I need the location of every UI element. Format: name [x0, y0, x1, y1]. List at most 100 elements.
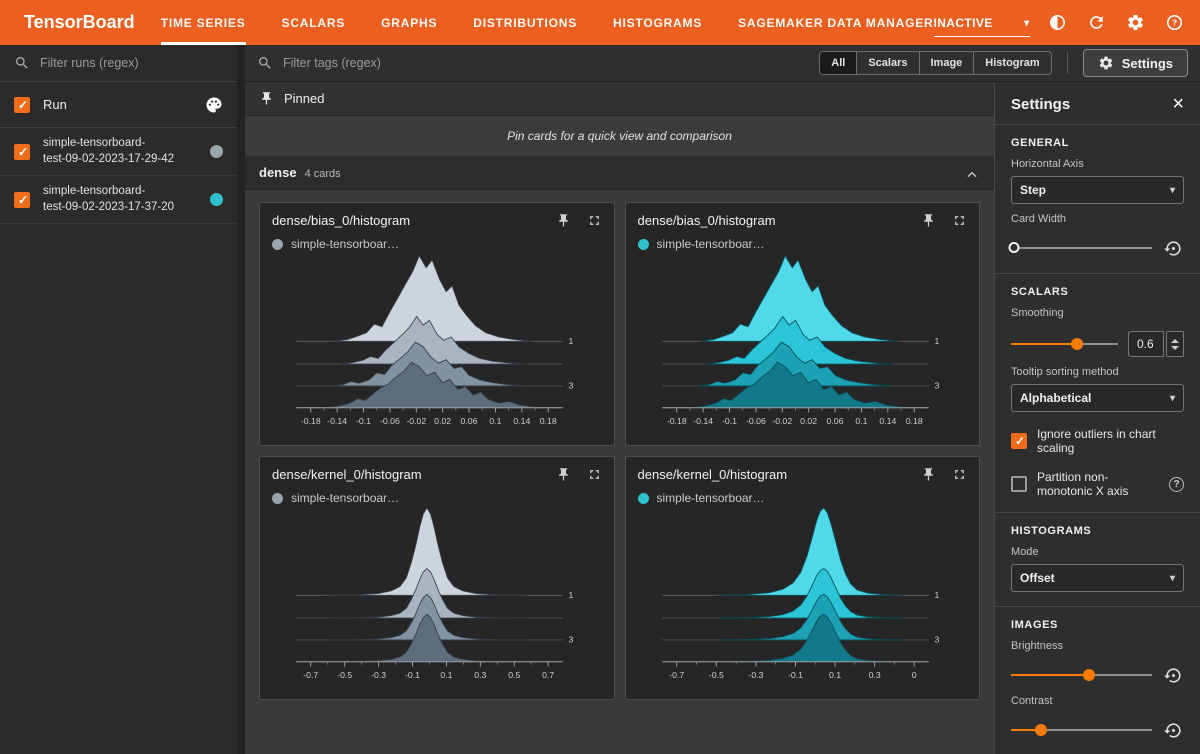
tab-distributions[interactable]: DISTRIBUTIONS: [473, 0, 577, 45]
app-logo: TensorBoard: [24, 12, 135, 32]
reset-icon[interactable]: [1162, 237, 1184, 259]
cards-grid: dense/bias_0/histogram simple-tensorboar…: [245, 190, 994, 754]
filter-scalars[interactable]: Scalars: [857, 52, 920, 74]
run-row[interactable]: simple-tensorboard-test-09-02-2023-17-37…: [0, 176, 237, 225]
filter-histogram[interactable]: Histogram: [974, 52, 1050, 74]
tab-scalars[interactable]: SCALARS: [282, 0, 346, 45]
svg-text:0.18: 0.18: [540, 416, 557, 426]
brightness-slider[interactable]: [1011, 668, 1152, 682]
pinned-section-header[interactable]: Pinned: [245, 82, 994, 116]
svg-text:-0.02: -0.02: [772, 416, 792, 426]
histogram-chart[interactable]: -0.18 -0.14 -0.1 -0.06 -0.02 0.02 0.06 0.1 0.14 0…: [272, 251, 602, 441]
chevron-down-icon: ▾: [1169, 184, 1175, 196]
horizontal-axis-label: Horizontal Axis: [1011, 158, 1084, 170]
nav-tabs: TIME SERIES SCALARS GRAPHS DISTRIBUTIONS HIS…: [160, 0, 934, 45]
ignore-outliers-checkbox[interactable]: [1011, 433, 1027, 449]
horizontal-axis-select[interactable]: Step ▾: [1011, 176, 1184, 204]
fullscreen-icon[interactable]: [587, 213, 602, 228]
reset-icon[interactable]: [1162, 719, 1184, 741]
run-filter-input[interactable]: [40, 56, 223, 70]
run-color-dot: [637, 238, 649, 250]
pin-card-icon[interactable]: [921, 467, 936, 482]
svg-text:0.5: 0.5: [508, 670, 520, 680]
histogram-mode-select[interactable]: Offset ▾: [1011, 564, 1184, 592]
slider-thumb[interactable]: [1071, 338, 1084, 350]
tag-group-header[interactable]: dense 4 cards: [245, 157, 994, 190]
tooltip-sorting-select[interactable]: Alphabetical ▾: [1011, 384, 1184, 412]
toolbar-divider: [1066, 52, 1068, 74]
tab-sagemaker-data-manager[interactable]: SAGEMAKER DATA MANAGER: [738, 0, 933, 45]
slider-thumb[interactable]: [1034, 724, 1047, 736]
palette-icon[interactable]: [205, 96, 223, 114]
select-all-runs-checkbox[interactable]: [14, 96, 30, 113]
histogram-card: dense/kernel_0/histogram simple-tensorbo…: [624, 456, 980, 700]
tab-time-series[interactable]: TIME SERIES: [160, 0, 246, 45]
svg-text:-0.1: -0.1: [356, 416, 371, 426]
partition-x-axis-checkbox-row[interactable]: Partition non-monotonic X axis ?: [1011, 470, 1184, 498]
help-icon[interactable]: ?: [1164, 12, 1186, 34]
fullscreen-icon[interactable]: [952, 213, 967, 228]
tag-filter-input[interactable]: [283, 56, 810, 70]
card-width-slider[interactable]: [1008, 241, 1152, 255]
pinned-label: Pinned: [284, 91, 325, 106]
svg-text:0.14: 0.14: [879, 416, 896, 426]
tooltip-sorting-value: Alphabetical: [1020, 391, 1092, 405]
chevron-down-icon: ▾: [1169, 392, 1175, 404]
refresh-icon[interactable]: [1086, 12, 1108, 34]
smoothing-slider[interactable]: [1011, 337, 1118, 351]
run-checkbox[interactable]: [14, 191, 30, 208]
contrast-slider[interactable]: [1011, 723, 1152, 737]
svg-text:3: 3: [569, 381, 574, 391]
filter-image[interactable]: Image: [920, 52, 975, 74]
run-filter-row: [0, 45, 237, 82]
close-icon[interactable]: ×: [1172, 94, 1184, 114]
svg-text:-0.14: -0.14: [693, 416, 713, 426]
histogram-chart[interactable]: -0.7 -0.5 -0.3 -0.1 0.1 0.3 0 1 3: [638, 505, 968, 695]
smoothing-value-input[interactable]: 0.6: [1128, 331, 1164, 357]
smoothing-stepper[interactable]: [1166, 331, 1184, 357]
step-up-icon[interactable]: [1171, 338, 1179, 343]
svg-text:-0.7: -0.7: [303, 670, 318, 680]
fullscreen-icon[interactable]: [952, 467, 967, 482]
reload-status-dropdown[interactable]: INACTIVE ▾: [933, 16, 1030, 37]
images-heading: IMAGES: [1011, 619, 1058, 631]
gear-icon[interactable]: [1125, 12, 1147, 34]
tab-graphs[interactable]: GRAPHS: [381, 0, 437, 45]
reset-icon[interactable]: [1162, 664, 1184, 686]
run-color-dot: [272, 238, 283, 250]
svg-text:0: 0: [911, 670, 916, 680]
card-legend: simple-tensorboard-test-09-02-2023-17-37…: [637, 237, 968, 251]
tab-histograms[interactable]: HISTOGRAMS: [613, 0, 702, 45]
chevron-down-icon: ▾: [1169, 572, 1175, 584]
histogram-mode-value: Offset: [1020, 571, 1055, 585]
card-title: dense/kernel_0/histogram: [637, 467, 788, 482]
histogram-chart[interactable]: -0.18 -0.14 -0.1 -0.06 -0.02 0.02 0.06 0.1 0.14 0…: [638, 251, 968, 441]
run-checkbox[interactable]: [14, 143, 30, 160]
run-name: simple-tensorboard-test-09-02-2023-17-29…: [43, 137, 175, 165]
chevron-up-icon[interactable]: [964, 167, 980, 188]
partition-x-axis-checkbox[interactable]: [1011, 476, 1027, 492]
contrast-icon[interactable]: [1047, 12, 1069, 34]
settings-button[interactable]: Settings: [1082, 49, 1188, 77]
cards-column: Pinned Pin cards for a quick view and co…: [245, 82, 994, 754]
search-icon: [14, 55, 30, 71]
ignore-outliers-checkbox-row[interactable]: Ignore outliers in chart scaling: [1011, 427, 1184, 455]
pin-card-icon[interactable]: [556, 467, 571, 482]
slider-thumb[interactable]: [1082, 669, 1095, 681]
histogram-chart[interactable]: -0.7 -0.5 -0.3 -0.1 0.1 0.3 0.5 0.7 1 3: [272, 505, 602, 695]
help-icon[interactable]: ?: [1169, 476, 1184, 492]
pin-card-icon[interactable]: [921, 213, 936, 228]
step-down-icon[interactable]: [1171, 345, 1179, 350]
pin-card-icon[interactable]: [556, 213, 571, 228]
tag-toolbar: AllScalarsImageHistogram Settings: [245, 45, 1200, 82]
legend-run-name: simple-tensorboard-test-09-02-2023-17-37…: [656, 491, 769, 505]
ignore-outliers-label: Ignore outliers in chart scaling: [1037, 427, 1156, 455]
filter-all[interactable]: All: [820, 52, 858, 74]
fullscreen-icon[interactable]: [587, 467, 602, 482]
svg-text:-0.5: -0.5: [708, 670, 723, 680]
run-row[interactable]: simple-tensorboard-test-09-02-2023-17-29…: [0, 128, 237, 177]
slider-thumb[interactable]: [1008, 242, 1020, 253]
svg-text:-0.18: -0.18: [666, 416, 686, 426]
run-list-header: Run: [0, 82, 237, 128]
topbar-right-controls: INACTIVE ▾ ?: [933, 0, 1200, 45]
